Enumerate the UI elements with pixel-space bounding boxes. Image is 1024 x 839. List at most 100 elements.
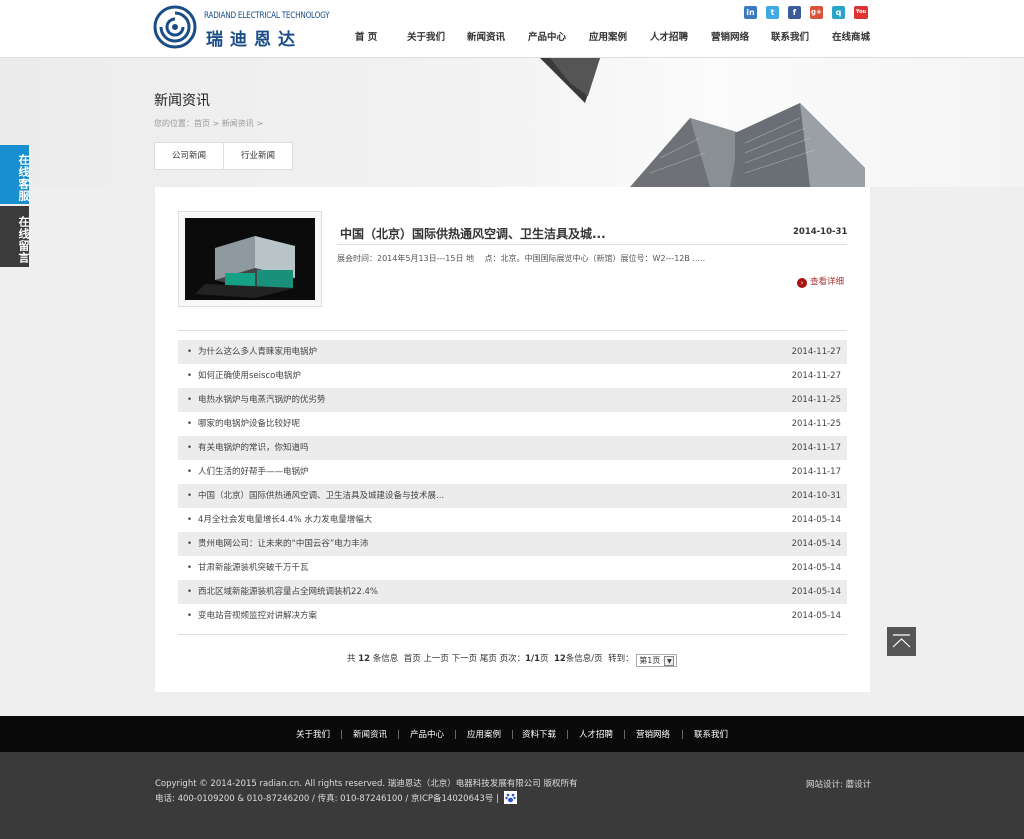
site-logo[interactable]: RADIAND ELECTRICAL TECHNOLOGY 瑞迪恩达 bbox=[153, 5, 330, 50]
view-details-link[interactable]: › 查看详细 bbox=[797, 275, 844, 288]
nav-jobs[interactable]: 人才招聘 bbox=[650, 29, 688, 43]
nav-products[interactable]: 产品中心 bbox=[528, 29, 566, 43]
news-date: 2014-11-25 bbox=[791, 419, 841, 429]
news-row[interactable]: • 甘肃新能源装机突破千万千瓦 2014-05-14 bbox=[178, 556, 847, 580]
tab-company-news[interactable]: 公司新闻 bbox=[154, 142, 224, 170]
news-title[interactable]: 电热水锅炉与电蒸汽锅炉的优劣势 bbox=[198, 388, 326, 412]
nav-about[interactable]: 关于我们 bbox=[407, 29, 445, 43]
footer-nav-divider bbox=[512, 730, 513, 739]
news-title[interactable]: 西北区域新能源装机容量占全网统调装机22.4% bbox=[198, 580, 378, 604]
news-row[interactable]: • 变电站音视频监控对讲解决方案 2014-05-14 bbox=[178, 604, 847, 628]
news-row[interactable]: • 人们生活的好帮手——电锅炉 2014-11-17 bbox=[178, 460, 847, 484]
qq-icon[interactable]: q bbox=[832, 6, 845, 19]
news-title[interactable]: 如何正确使用seisco电锅炉 bbox=[198, 364, 301, 388]
breadcrumb: 您的位置：首页 > 新闻资讯 > bbox=[154, 119, 264, 128]
online-message-tab[interactable]: 在线留言 bbox=[0, 206, 30, 267]
nav-shop[interactable]: 在线商城 bbox=[832, 29, 870, 43]
pager-prev[interactable]: 上一页 bbox=[423, 654, 449, 664]
footer-nav-products[interactable]: 产品中心 bbox=[410, 728, 444, 740]
logo-english-text: RADIAND ELECTRICAL TECHNOLOGY bbox=[204, 11, 330, 21]
section-divider bbox=[178, 330, 847, 331]
nav-news[interactable]: 新闻资讯 bbox=[467, 29, 505, 43]
news-title[interactable]: 中国（北京）国际供热通风空调、卫生洁具及城建设备与技术展... bbox=[198, 484, 444, 508]
news-row[interactable]: • 4月全社会发电量增长4.4% 水力发电量增幅大 2014-05-14 bbox=[178, 508, 847, 532]
linkedin-icon[interactable]: in bbox=[744, 6, 757, 19]
logo-swirl-icon bbox=[153, 5, 197, 49]
news-row[interactable]: • 哪家的电锅炉设备比较好呢 2014-11-25 bbox=[178, 412, 847, 436]
twitter-icon[interactable]: t bbox=[766, 6, 779, 19]
pagination: 共 12 条信息 首页 上一页 下一页 尾页 页次：1/1页 12条信息/页 转… bbox=[347, 652, 678, 667]
news-title[interactable]: 甘肃新能源装机突破千万千瓦 bbox=[198, 556, 309, 580]
nav-cases[interactable]: 应用案例 bbox=[589, 29, 627, 43]
nav-home[interactable]: 首 页 bbox=[355, 29, 377, 43]
footer-nav-divider bbox=[624, 730, 625, 739]
facebook-icon[interactable]: f bbox=[788, 6, 801, 19]
bullet-icon: • bbox=[187, 491, 193, 501]
pager-per-page-suffix: 条信息/页 bbox=[565, 654, 603, 664]
logo-chinese-text: 瑞迪恩达 bbox=[206, 30, 302, 50]
footer-nav-divider bbox=[398, 730, 399, 739]
footer-nav-network[interactable]: 营销网络 bbox=[636, 728, 670, 740]
footer-nav-cases[interactable]: 应用案例 bbox=[467, 728, 501, 740]
nav-network[interactable]: 营销网络 bbox=[711, 29, 749, 43]
news-date: 2014-05-14 bbox=[791, 515, 841, 525]
news-row[interactable]: • 贵州电网公司：让未来的“中国云谷”电力丰沛 2014-05-14 bbox=[178, 532, 847, 556]
pager-next[interactable]: 下一页 bbox=[452, 654, 478, 664]
bullet-icon: • bbox=[187, 611, 193, 621]
bullet-icon: • bbox=[187, 467, 193, 477]
view-details-label: 查看详细 bbox=[810, 277, 845, 287]
news-row[interactable]: • 为什么这么多人青睐家用电锅炉 2014-11-27 bbox=[178, 340, 847, 364]
nav-contact[interactable]: 联系我们 bbox=[771, 29, 809, 43]
pager-last[interactable]: 尾页 bbox=[480, 654, 497, 664]
footer-nav-divider bbox=[682, 730, 683, 739]
featured-title[interactable]: 中国（北京）国际供热通风空调、卫生洁具及城... bbox=[340, 225, 606, 242]
footer-nav-divider bbox=[341, 730, 342, 739]
arrow-right-icon: › bbox=[797, 278, 807, 288]
online-service-tab[interactable]: 在线客服 bbox=[0, 145, 30, 204]
news-date: 2014-11-17 bbox=[791, 443, 841, 453]
news-row[interactable]: • 有关电锅炉的常识，你知道吗 2014-11-17 bbox=[178, 436, 847, 460]
page-select[interactable]: 第1页 ▼ bbox=[636, 654, 678, 667]
news-title[interactable]: 贵州电网公司：让未来的“中国云谷”电力丰沛 bbox=[198, 532, 368, 556]
news-title[interactable]: 哪家的电锅炉设备比较好呢 bbox=[198, 412, 300, 436]
page-select-value: 第1页 bbox=[639, 656, 661, 665]
news-title[interactable]: 4月全社会发电量增长4.4% 水力发电量增幅大 bbox=[198, 508, 372, 532]
news-row[interactable]: • 西北区域新能源装机容量占全网统调装机22.4% 2014-05-14 bbox=[178, 580, 847, 604]
baidu-paw-icon[interactable] bbox=[503, 791, 517, 804]
site-header: RADIAND ELECTRICAL TECHNOLOGY 瑞迪恩达 首 页 关… bbox=[0, 0, 1024, 58]
pager-first[interactable]: 首页 bbox=[404, 654, 421, 664]
tab-industry-news[interactable]: 行业新闻 bbox=[223, 142, 293, 170]
news-title[interactable]: 为什么这么多人青睐家用电锅炉 bbox=[198, 340, 317, 364]
footer-nav-about[interactable]: 关于我们 bbox=[296, 728, 330, 740]
pager-total-prefix: 共 bbox=[347, 654, 356, 664]
back-to-top-button[interactable] bbox=[887, 627, 916, 656]
footer-nav-contact[interactable]: 联系我们 bbox=[694, 728, 728, 740]
footer-info: Copyright © 2014-2015 radian.cn. All rig… bbox=[155, 778, 578, 806]
featured-divider bbox=[337, 244, 847, 245]
news-title[interactable]: 人们生活的好帮手——电锅炉 bbox=[198, 460, 309, 484]
news-row[interactable]: • 中国（北京）国际供热通风空调、卫生洁具及城建设备与技术展... 2014-10-… bbox=[178, 484, 847, 508]
youtube-icon[interactable]: You bbox=[854, 6, 868, 19]
footer-nav: 关于我们 新闻资讯 产品中心 应用案例 资料下载 人才招聘 营销网络 联系我们 bbox=[0, 716, 1024, 752]
bullet-icon: • bbox=[187, 563, 193, 573]
google-plus-icon[interactable]: g+ bbox=[810, 6, 823, 19]
featured-description: 展会时间：2014年5月13日---15日 地 点：北京。中国国际展览中心（新馆… bbox=[337, 254, 706, 263]
footer-nav-jobs[interactable]: 人才招聘 bbox=[579, 728, 613, 740]
news-row[interactable]: • 电热水锅炉与电蒸汽锅炉的优劣势 2014-11-25 bbox=[178, 388, 847, 412]
featured-thumbnail[interactable] bbox=[178, 211, 322, 307]
exhibition-booth-image bbox=[185, 218, 315, 300]
pager-total-suffix: 条信息 bbox=[372, 654, 399, 664]
footer-nav-downloads[interactable]: 资料下载 bbox=[522, 728, 556, 740]
page-title: 新闻资讯 bbox=[154, 93, 210, 109]
site-footer: Copyright © 2014-2015 radian.cn. All rig… bbox=[0, 752, 1024, 839]
footer-nav-divider bbox=[567, 730, 568, 739]
chevron-down-icon: ▼ bbox=[664, 656, 675, 666]
pager-total-count: 12 bbox=[358, 654, 371, 664]
news-title[interactable]: 变电站音视频监控对讲解决方案 bbox=[198, 604, 317, 628]
contact-text: 电话: 400-0109200 & 010-87246200 / 传真: 010… bbox=[155, 794, 499, 804]
news-date: 2014-05-14 bbox=[791, 563, 841, 573]
footer-nav-news[interactable]: 新闻资讯 bbox=[353, 728, 387, 740]
design-credit[interactable]: 网站设计: 蘑设计 bbox=[806, 778, 871, 790]
news-title[interactable]: 有关电锅炉的常识，你知道吗 bbox=[198, 436, 309, 460]
news-row[interactable]: • 如何正确使用seisco电锅炉 2014-11-27 bbox=[178, 364, 847, 388]
